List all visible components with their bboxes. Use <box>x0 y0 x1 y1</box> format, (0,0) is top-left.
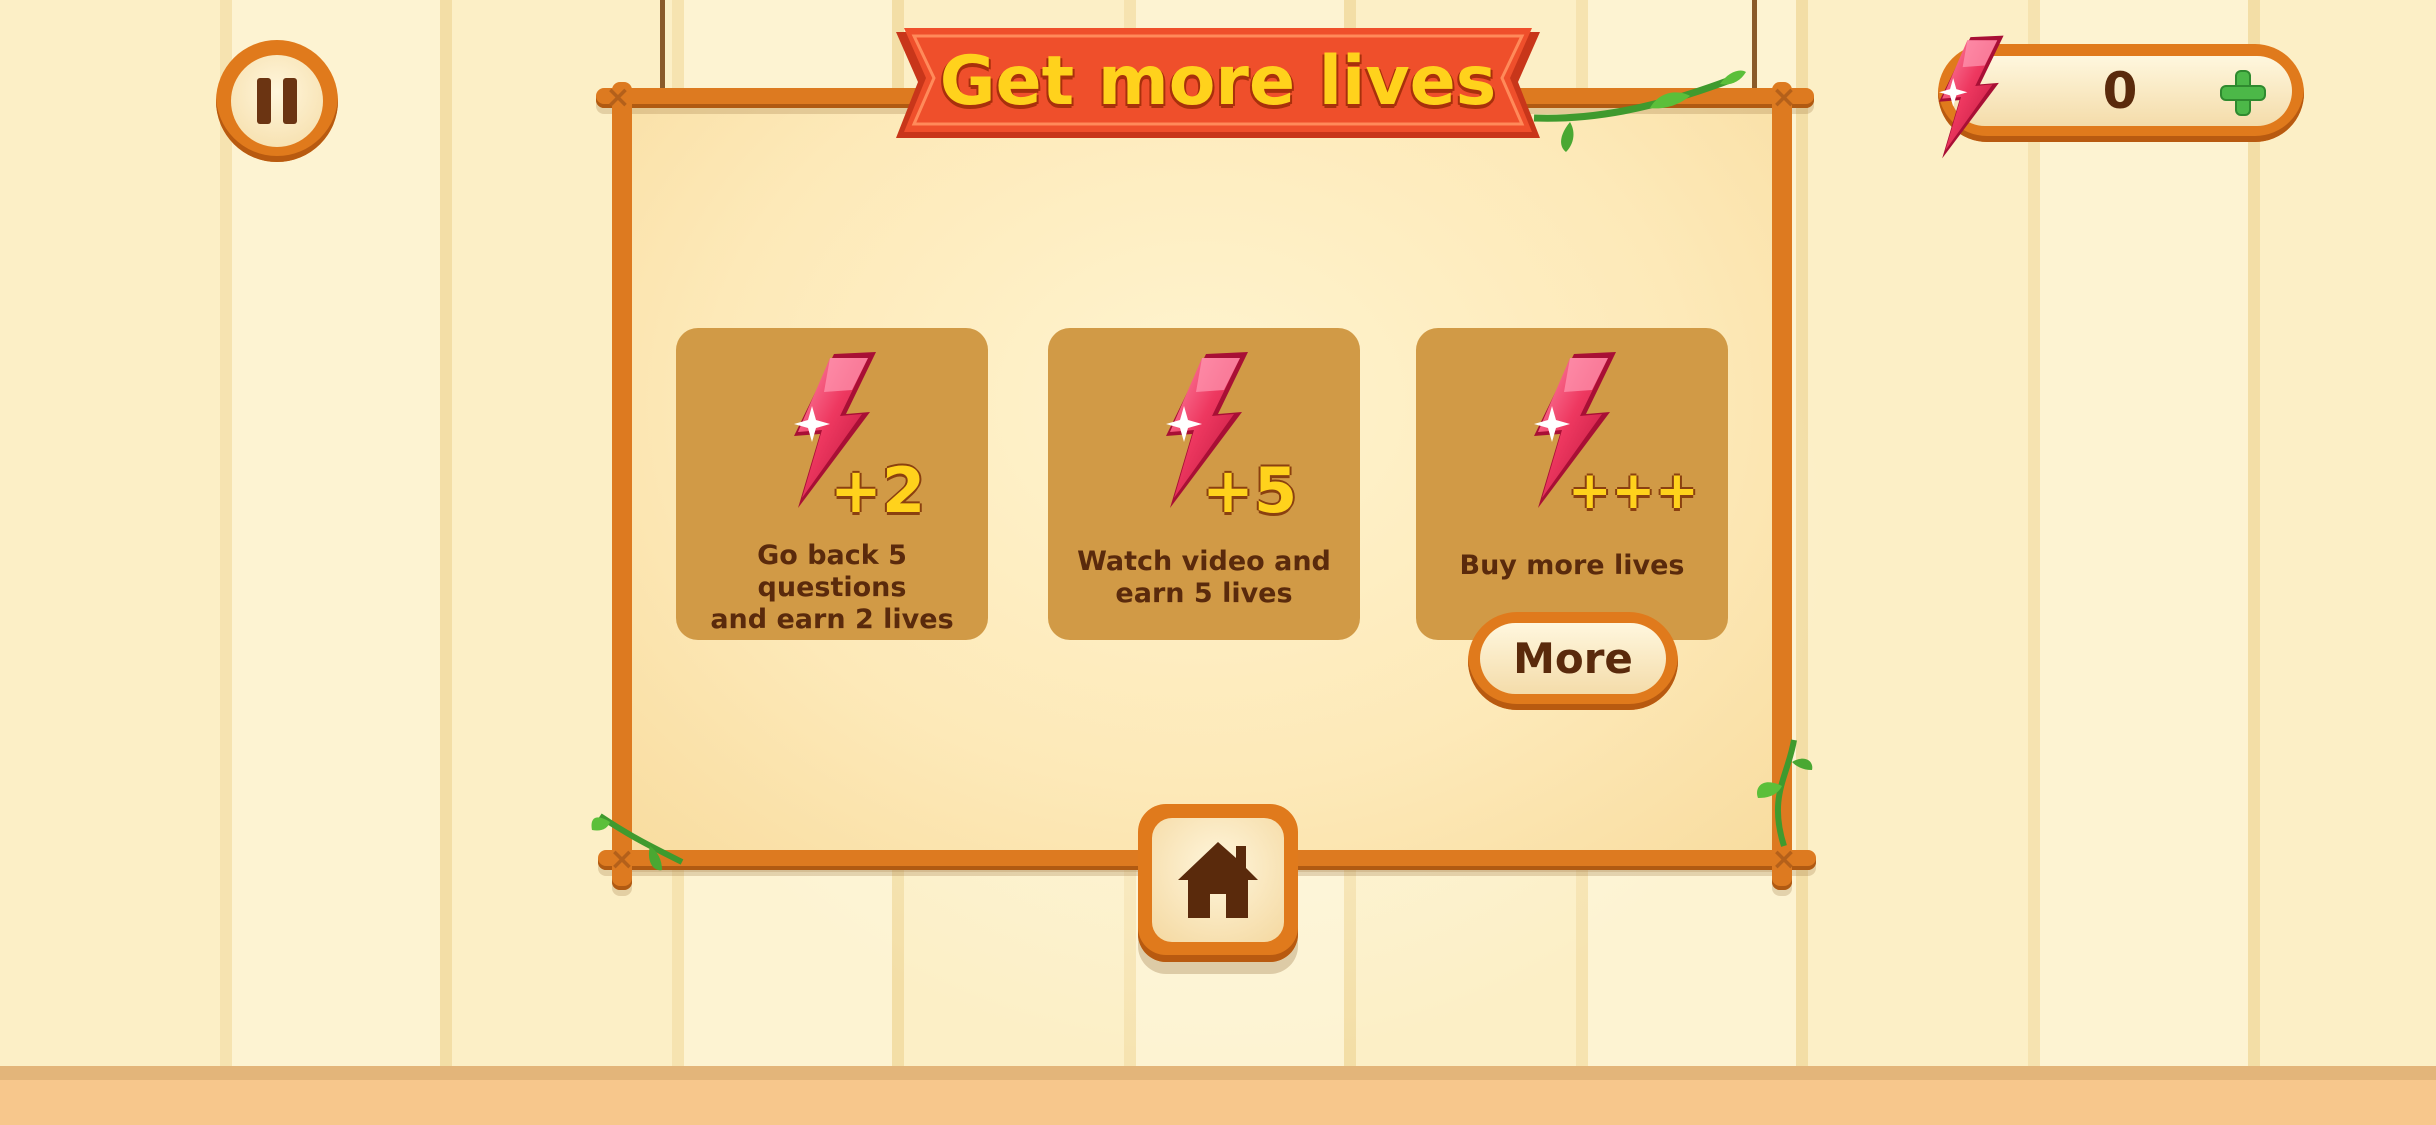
frame-tie-icon: × <box>605 80 631 115</box>
title-banner: Get more lives <box>890 24 1546 146</box>
card-description: Watch video and earn 5 lives <box>1077 546 1331 609</box>
card-go-back[interactable]: +2 Go back 5 questions and earn 2 lives <box>676 328 988 640</box>
frame-tie-icon: × <box>1771 80 1797 115</box>
card-description: Buy more lives <box>1459 550 1685 581</box>
card-description: Go back 5 questions and earn 2 lives <box>710 540 954 635</box>
frame-left <box>612 82 632 890</box>
floor <box>0 1066 2436 1125</box>
card-watch-video[interactable]: +5 Watch video and earn 5 lives <box>1048 328 1360 640</box>
pause-button[interactable] <box>216 40 338 162</box>
bonus-label: +5 <box>1202 454 1298 527</box>
add-lives-plus-icon[interactable] <box>2222 72 2264 114</box>
more-button[interactable]: More <box>1468 612 1678 710</box>
vine-decoration-icon <box>1533 70 1746 152</box>
card-buy-lives[interactable]: +++ Buy more lives <box>1416 328 1728 640</box>
bonus-label: +++ <box>1568 461 1699 521</box>
pause-icon <box>231 55 323 147</box>
vine-decoration-icon <box>591 813 684 871</box>
more-button-label: More <box>1480 623 1666 694</box>
home-button[interactable] <box>1138 804 1298 962</box>
dialog-title: Get more lives <box>939 42 1497 121</box>
lives-count: 0 <box>2102 62 2138 120</box>
lightning-bolt-icon <box>1920 34 2010 160</box>
vine-decoration-icon <box>1757 739 1813 847</box>
bonus-label: +2 <box>830 454 926 527</box>
home-icon <box>1178 842 1258 918</box>
